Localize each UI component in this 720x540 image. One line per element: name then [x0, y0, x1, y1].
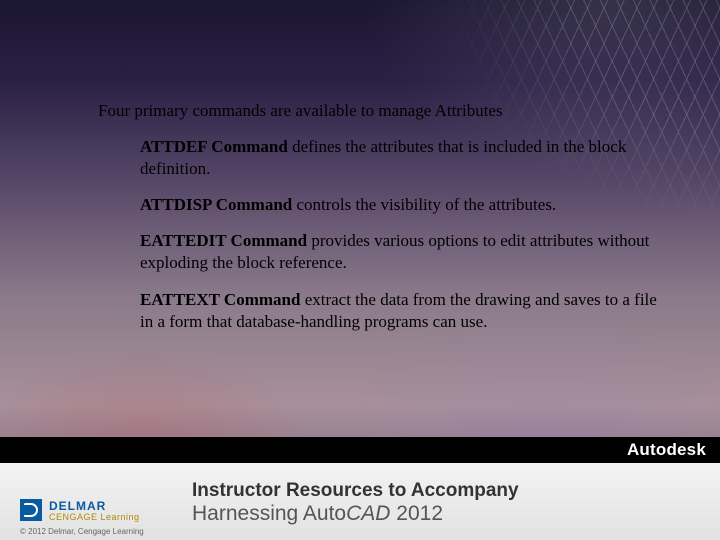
- copyright-text: © 2012 Delmar, Cengage Learning: [20, 527, 144, 536]
- autodesk-logo-text: Autodesk: [627, 440, 706, 460]
- command-name: ATTDEF Command: [140, 137, 288, 156]
- product-prefix: Harnessing Auto: [192, 502, 346, 525]
- command-desc: controls the visibility of the attribute…: [292, 195, 556, 214]
- product-year: 2012: [390, 502, 443, 525]
- divider-bar: [0, 437, 720, 463]
- slide: Four primary commands are available to m…: [0, 0, 720, 540]
- command-item: EATTEDIT Command provides various option…: [140, 230, 660, 274]
- command-name: ATTDISP Command: [140, 195, 292, 214]
- footer-title-line1: Instructor Resources to Accompany: [192, 480, 519, 502]
- footer: DELMAR CENGAGE Learning © 2012 Delmar, C…: [0, 463, 720, 540]
- command-item: EATTEXT Command extract the data from th…: [140, 289, 660, 333]
- footer-title: Instructor Resources to Accompany Harnes…: [192, 480, 519, 526]
- command-name: EATTEXT Command: [140, 290, 300, 309]
- content-area: Four primary commands are available to m…: [98, 100, 660, 347]
- footer-title-line2: Harnessing AutoCAD 2012: [192, 502, 519, 526]
- publisher-brand: DELMAR CENGAGE Learning: [49, 499, 140, 522]
- command-item: ATTDISP Command controls the visibility …: [140, 194, 660, 216]
- brand-line1: DELMAR: [49, 499, 140, 513]
- command-item: ATTDEF Command defines the attributes th…: [140, 136, 660, 180]
- brand-line2: CENGAGE Learning: [49, 512, 140, 522]
- publisher-logo: DELMAR CENGAGE Learning: [20, 499, 140, 522]
- delmar-mark-icon: [20, 499, 42, 521]
- intro-text: Four primary commands are available to m…: [98, 100, 660, 122]
- command-name: EATTEDIT Command: [140, 231, 307, 250]
- product-cad: CAD: [346, 502, 390, 525]
